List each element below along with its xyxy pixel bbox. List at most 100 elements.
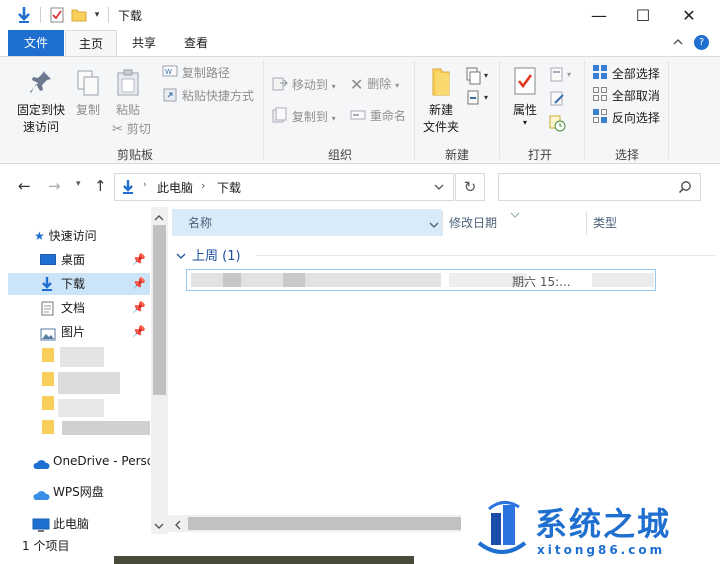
edit-button[interactable] bbox=[549, 91, 567, 110]
redacted-type bbox=[592, 273, 654, 287]
breadcrumb-chevron-icon[interactable]: › bbox=[201, 179, 205, 192]
recent-locations-icon[interactable]: ▾ bbox=[76, 179, 81, 189]
select-none-button[interactable]: 全部取消 bbox=[592, 86, 660, 104]
redacted-folder-name bbox=[58, 372, 120, 394]
divider bbox=[414, 61, 415, 159]
nav-scrollbar[interactable] bbox=[151, 207, 168, 535]
minimize-button[interactable]: — bbox=[576, 0, 622, 30]
refresh-button[interactable]: ↻ bbox=[455, 173, 485, 201]
pin-icon: 📌 bbox=[132, 301, 146, 314]
watermark-text: 系统之城 bbox=[535, 505, 672, 543]
nav-quick-access[interactable]: ★ 快速访问 bbox=[8, 225, 150, 247]
group-collapse-icon[interactable] bbox=[176, 249, 186, 263]
table-row[interactable]: 期六 15:... bbox=[186, 269, 656, 291]
column-modified[interactable]: 修改日期 bbox=[449, 210, 497, 236]
close-button[interactable]: ✕ bbox=[666, 0, 712, 30]
tab-home[interactable]: 主页 bbox=[65, 30, 117, 57]
paste-shortcut-icon bbox=[162, 86, 178, 107]
paste-button[interactable]: 粘贴 bbox=[110, 69, 146, 119]
address-dropdown-icon[interactable] bbox=[433, 181, 445, 195]
group-header[interactable]: 上周 (1) bbox=[192, 245, 241, 264]
breadcrumb-downloads[interactable]: 下载 bbox=[217, 179, 241, 196]
star-icon: ★ bbox=[34, 229, 45, 243]
delete-button[interactable]: ✕ 删除 ▾ bbox=[350, 75, 399, 93]
nav-this-pc[interactable]: 此电脑 bbox=[8, 513, 150, 535]
forward-arrow-icon[interactable]: → bbox=[48, 177, 61, 195]
nav-item-desktop[interactable]: 桌面 📌 bbox=[8, 249, 150, 271]
easy-access-button[interactable]: ▾ bbox=[466, 89, 492, 110]
invert-selection-button[interactable]: 反向选择 bbox=[592, 108, 660, 126]
properties-button[interactable]: 属性 ▾ bbox=[506, 67, 544, 127]
divider bbox=[40, 7, 41, 23]
scissors-icon: ✂ bbox=[112, 121, 123, 137]
rename-button[interactable]: 重命名 bbox=[350, 107, 406, 125]
tab-file[interactable]: 文件 bbox=[8, 30, 64, 56]
nav-wps[interactable]: WPS网盘 bbox=[8, 481, 150, 503]
nav-item-documents[interactable]: 文档 📌 bbox=[8, 297, 150, 319]
rename-label: 重命名 bbox=[369, 109, 406, 123]
maximize-button[interactable]: ☐ bbox=[620, 0, 666, 30]
move-to-button[interactable]: 移动到 ▾ bbox=[272, 75, 336, 93]
nav-item-downloads[interactable]: 下载 📌 bbox=[8, 273, 150, 295]
history-button[interactable] bbox=[549, 115, 567, 136]
new-folder-label: 新建 文件夹 bbox=[422, 103, 459, 134]
scroll-left-icon[interactable] bbox=[174, 519, 182, 533]
pin-icon: 📌 bbox=[132, 277, 146, 290]
watermark-url: xitong86.com bbox=[537, 543, 666, 557]
up-arrow-icon[interactable]: ↑ bbox=[94, 177, 107, 195]
collapse-ribbon-icon[interactable] bbox=[672, 36, 684, 51]
breadcrumb-chevron-icon[interactable]: › bbox=[143, 180, 147, 190]
select-all-icon bbox=[592, 64, 608, 85]
pin-icon: 📌 bbox=[132, 325, 146, 338]
ribbon: 固定到快 速访问 复制 粘贴 ✂ 剪切 W 复制路径 粘贴快捷方式 剪贴板 移动… bbox=[0, 56, 720, 164]
nav-onedrive[interactable]: OneDrive - Perso bbox=[8, 450, 150, 472]
column-dropdown-icon[interactable] bbox=[429, 218, 439, 232]
nav-item-pictures[interactable]: 图片 📌 bbox=[8, 321, 150, 343]
address-bar[interactable]: › 此电脑 › 下载 bbox=[114, 173, 454, 201]
pin-to-quick-access-button[interactable]: 固定到快 速访问 bbox=[12, 69, 70, 136]
select-all-label: 全部选择 bbox=[611, 67, 660, 81]
folder-icon bbox=[42, 372, 54, 386]
open-button[interactable]: ▾ bbox=[549, 67, 575, 86]
new-item-button[interactable]: ▾ bbox=[466, 67, 492, 88]
back-arrow-icon[interactable]: ← bbox=[18, 177, 31, 195]
column-type[interactable]: 类型 bbox=[593, 210, 617, 236]
properties-check-icon[interactable] bbox=[48, 6, 66, 24]
customize-toolbar-icon[interactable]: ▾ bbox=[91, 6, 103, 24]
computer-icon bbox=[32, 517, 50, 535]
paste-icon bbox=[116, 69, 140, 102]
new-folder-quick-icon[interactable] bbox=[70, 6, 88, 24]
folder-icon bbox=[42, 396, 54, 410]
svg-text:▾: ▾ bbox=[484, 93, 488, 102]
file-list: 名称 修改日期 类型 上周 (1) 期六 15:... bbox=[168, 207, 720, 532]
open-group-label: 打开 bbox=[527, 148, 552, 162]
paste-shortcut-button[interactable]: 粘贴快捷方式 bbox=[162, 86, 254, 104]
divider bbox=[584, 61, 585, 159]
search-input[interactable] bbox=[498, 173, 701, 201]
title-bar: ▾ 下载 — ☐ ✕ bbox=[0, 0, 720, 30]
divider bbox=[263, 61, 264, 159]
desktop-icon bbox=[40, 254, 56, 265]
copy-to-button[interactable]: 复制到 ▾ bbox=[272, 107, 336, 125]
breadcrumb-this-pc[interactable]: 此电脑 bbox=[157, 179, 193, 196]
column-name[interactable]: 名称 bbox=[188, 210, 212, 236]
cut-label: 剪切 bbox=[126, 122, 151, 136]
ribbon-tabs: 文件 主页 共享 查看 ? bbox=[0, 30, 720, 57]
properties-label: 属性 bbox=[512, 103, 537, 117]
tab-share[interactable]: 共享 bbox=[122, 30, 166, 56]
scroll-down-icon[interactable] bbox=[154, 519, 164, 533]
copy-path-button[interactable]: W 复制路径 bbox=[162, 64, 230, 82]
cut-button[interactable]: ✂ 剪切 bbox=[112, 120, 151, 138]
redacted-folder-name bbox=[60, 347, 104, 367]
name-column-header-bg bbox=[172, 209, 442, 236]
help-icon[interactable]: ? bbox=[694, 35, 709, 50]
scroll-up-icon[interactable] bbox=[154, 211, 164, 225]
copy-path-label: 复制路径 bbox=[181, 66, 230, 80]
tab-view[interactable]: 查看 bbox=[174, 30, 218, 56]
nav-scroll-thumb[interactable] bbox=[153, 225, 166, 395]
search-icon bbox=[678, 180, 692, 197]
select-all-button[interactable]: 全部选择 bbox=[592, 64, 660, 82]
copy-button[interactable]: 复制 bbox=[70, 69, 106, 119]
new-folder-button[interactable]: 新建 文件夹 bbox=[418, 67, 464, 136]
pin-icon: 📌 bbox=[132, 253, 146, 266]
